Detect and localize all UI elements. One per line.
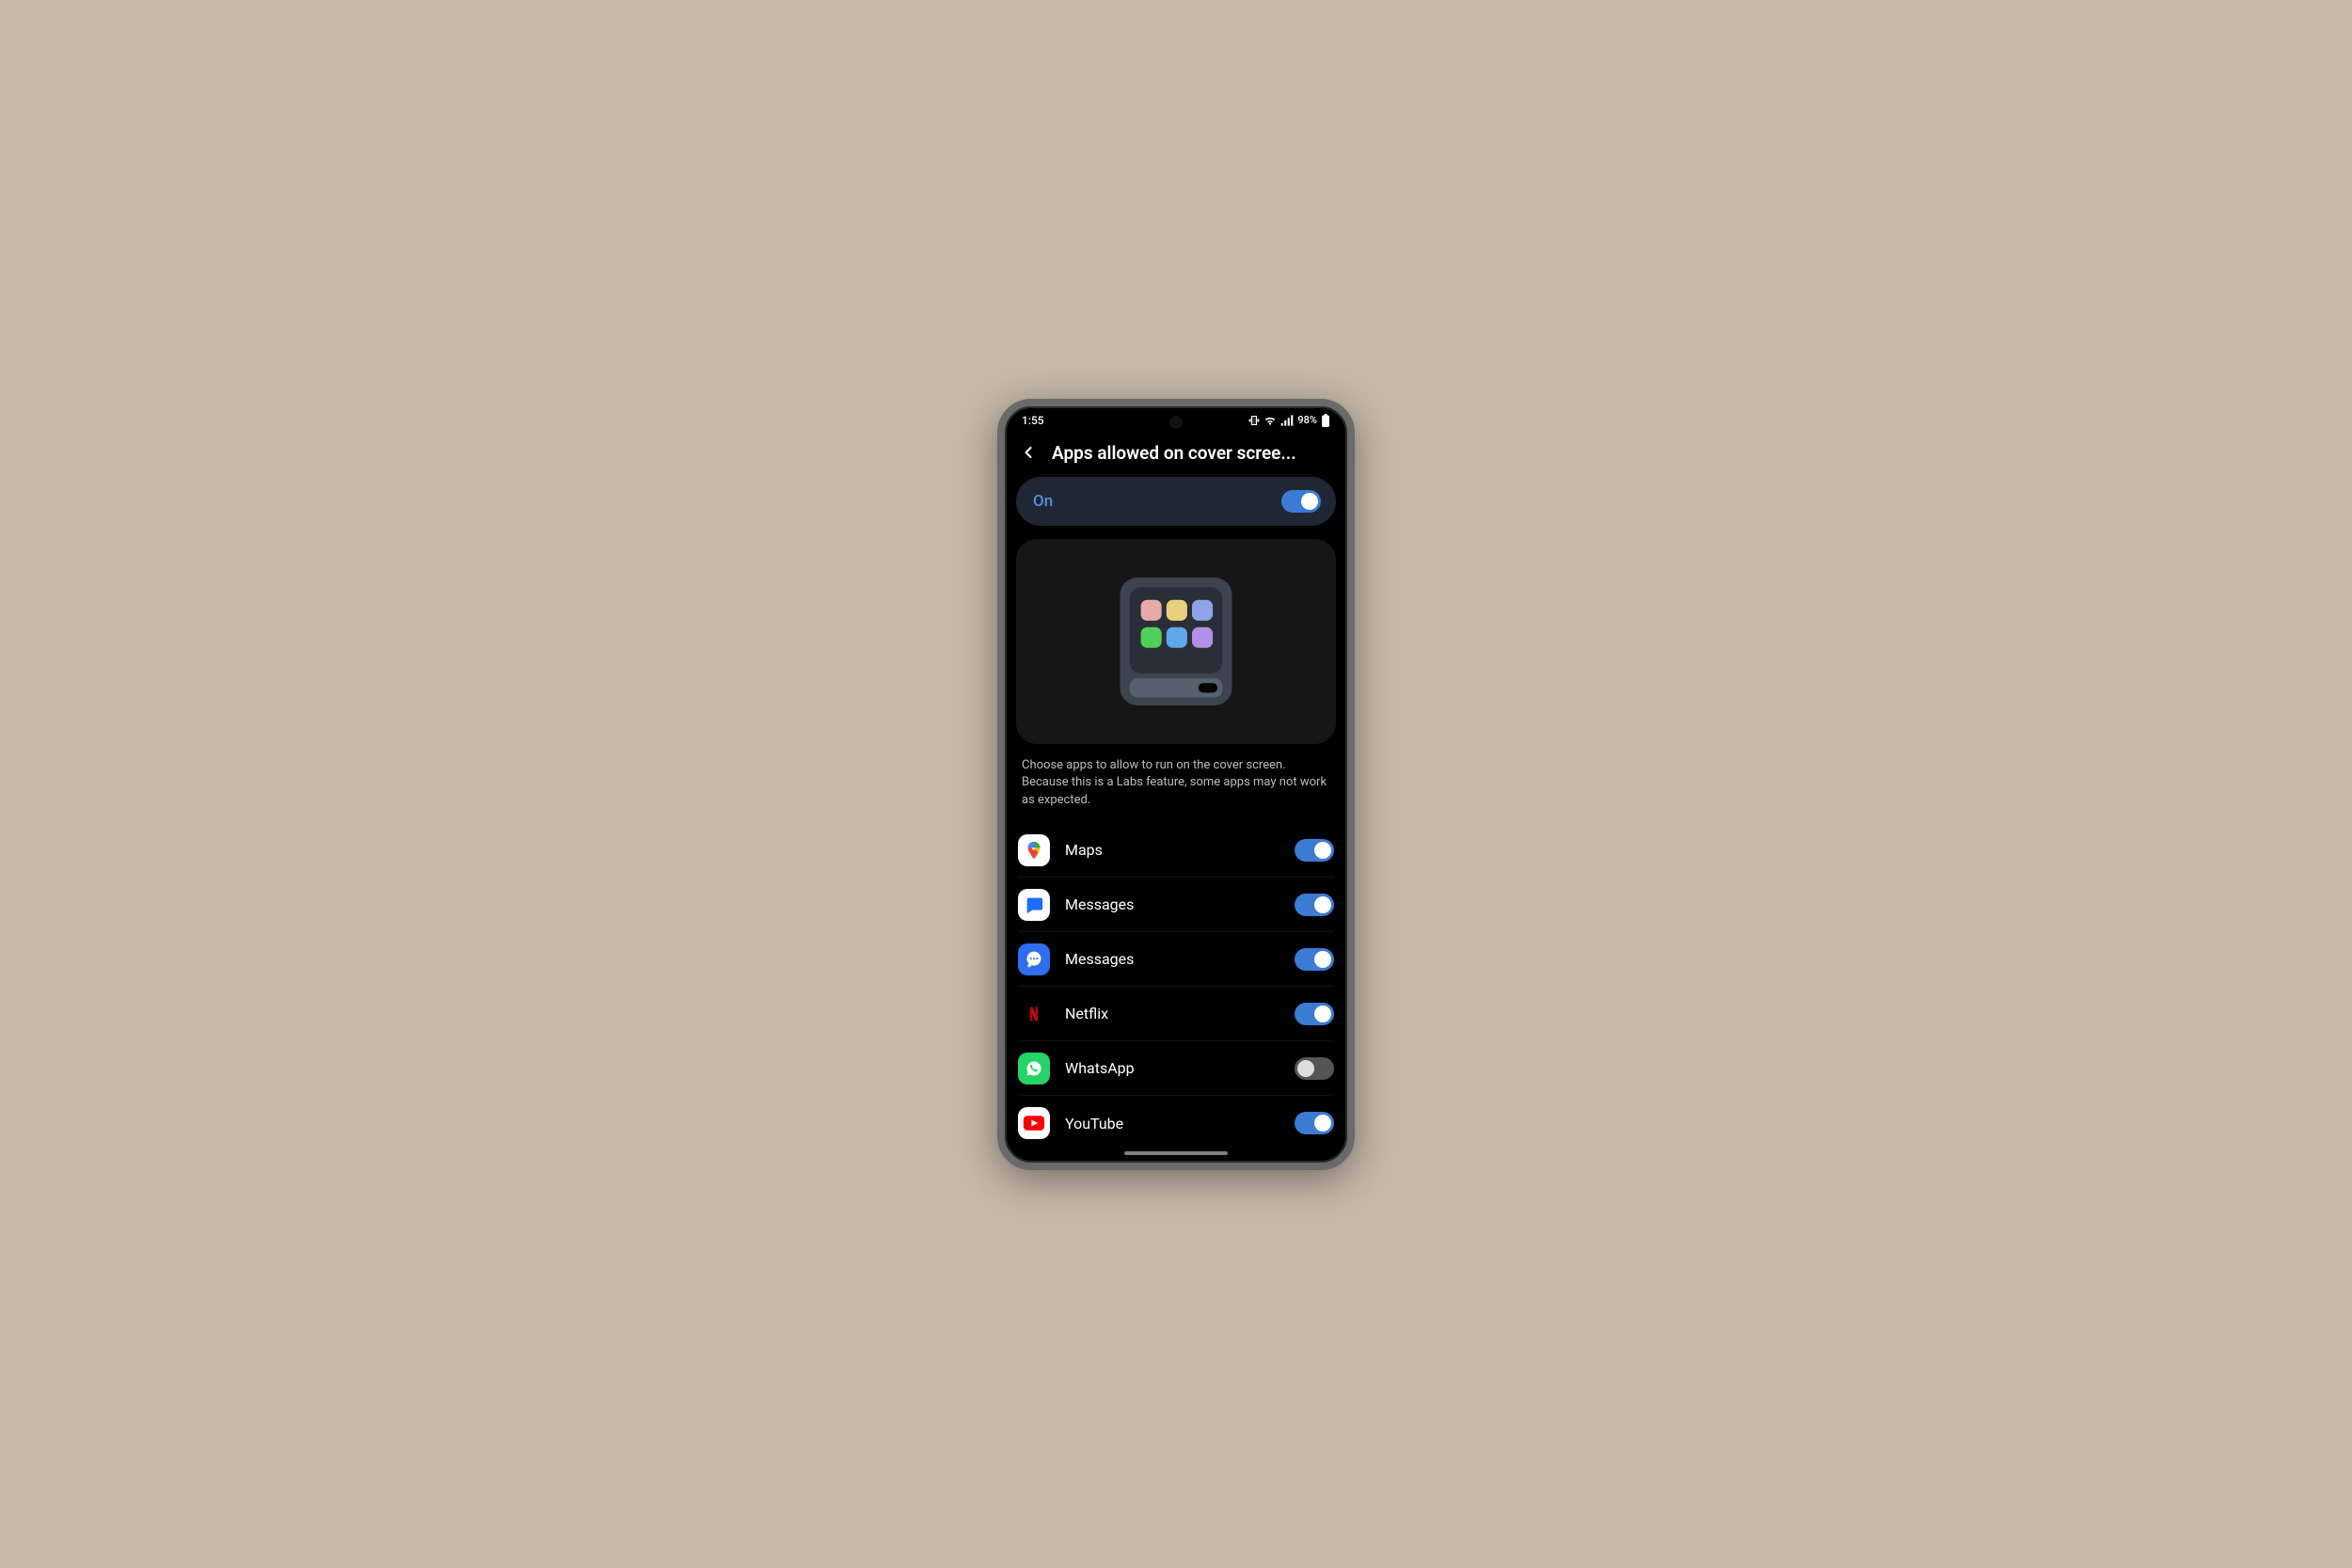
maps-icon (1018, 834, 1050, 866)
app-name-label: Messages (1065, 950, 1279, 968)
back-button[interactable] (1018, 442, 1039, 463)
master-toggle-row[interactable]: On (1016, 477, 1336, 526)
messages-icon (1018, 889, 1050, 921)
app-toggle-switch[interactable] (1295, 948, 1334, 971)
page-header: Apps allowed on cover scree... (1005, 435, 1347, 477)
app-name-label: Netflix (1065, 1005, 1279, 1022)
illustration-card (1016, 539, 1336, 744)
app-name-label: WhatsApp (1065, 1059, 1279, 1077)
app-row-maps[interactable]: Maps (1018, 823, 1334, 878)
description-text: Choose apps to allow to run on the cover… (1005, 757, 1347, 824)
battery-icon (1321, 414, 1330, 427)
wifi-icon (1263, 415, 1277, 426)
app-name-label: YouTube (1065, 1115, 1279, 1132)
app-toggle-switch[interactable] (1295, 1112, 1334, 1134)
netflix-icon (1018, 998, 1050, 1030)
app-row-messages[interactable]: Messages (1018, 878, 1334, 932)
app-name-label: Messages (1065, 895, 1279, 913)
youtube-icon (1018, 1107, 1050, 1139)
messages-alt-icon (1018, 943, 1050, 975)
app-list: Maps Messages Messages Netflix (1005, 823, 1347, 1150)
app-toggle-switch[interactable] (1295, 839, 1334, 862)
app-row-whatsapp[interactable]: WhatsApp (1018, 1041, 1334, 1096)
app-row-messages-2[interactable]: Messages (1018, 932, 1334, 987)
master-toggle-label: On (1033, 492, 1053, 511)
whatsapp-icon (1018, 1053, 1050, 1085)
phone-frame: 1:55 98% Apps allowed on cover scree... … (997, 399, 1355, 1170)
app-row-netflix[interactable]: Netflix (1018, 987, 1334, 1041)
master-toggle-switch[interactable] (1281, 490, 1321, 513)
camera-notch (1169, 416, 1183, 429)
status-icons: 98% (1248, 414, 1330, 427)
chevron-left-icon (1019, 443, 1038, 462)
status-time: 1:55 (1022, 414, 1044, 427)
vibrate-icon (1248, 415, 1260, 426)
app-row-youtube[interactable]: YouTube (1018, 1096, 1334, 1150)
gesture-bar[interactable] (1124, 1151, 1228, 1155)
app-name-label: Maps (1065, 841, 1279, 859)
battery-percent: 98% (1297, 414, 1317, 426)
page-title: Apps allowed on cover scree... (1052, 442, 1334, 464)
app-toggle-switch[interactable] (1295, 894, 1334, 916)
signal-icon (1280, 415, 1294, 426)
app-toggle-switch[interactable] (1295, 1057, 1334, 1080)
app-toggle-switch[interactable] (1295, 1003, 1334, 1025)
cover-screen-illustration-icon (1096, 562, 1256, 721)
